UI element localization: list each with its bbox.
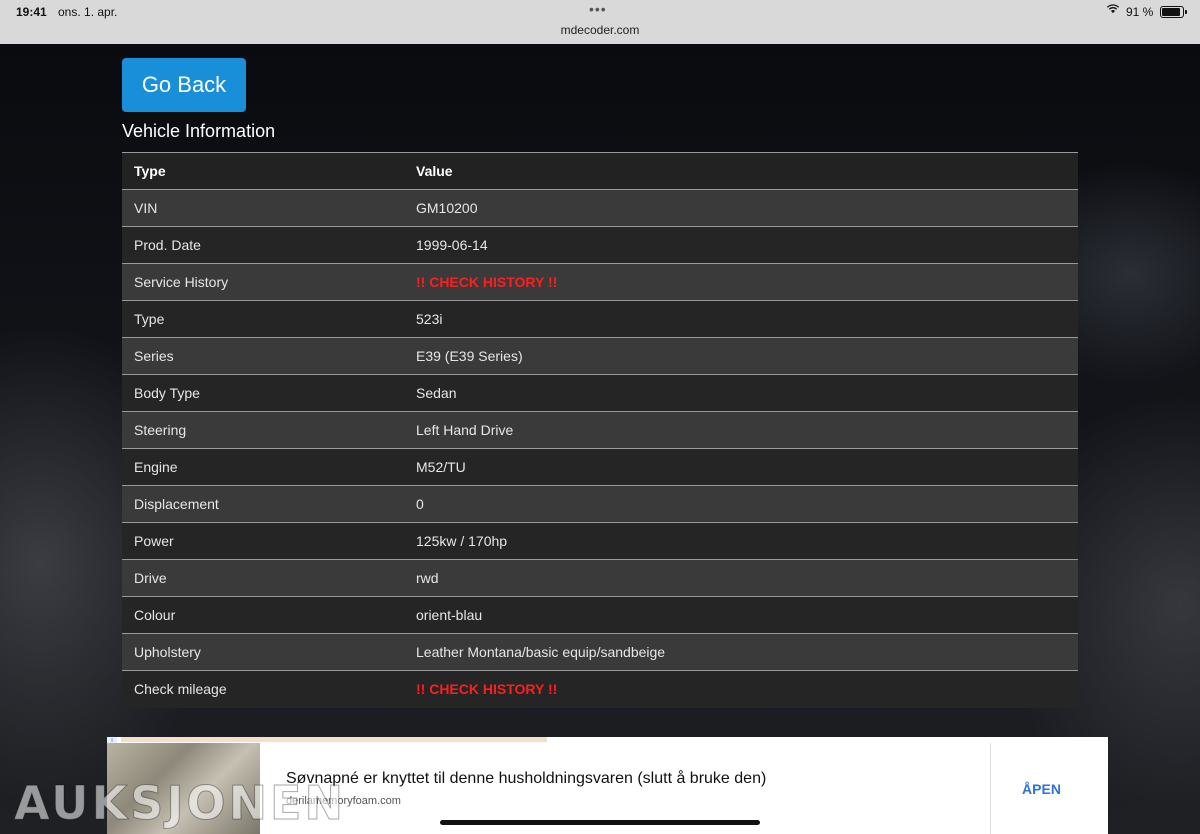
table-row: Steering Left Hand Drive (122, 411, 1078, 449)
table-header-row: Type Value (122, 152, 1078, 190)
row-type: Prod. Date (122, 226, 404, 264)
row-type: Engine (122, 448, 404, 486)
row-type: Series (122, 337, 404, 375)
row-type: Drive (122, 559, 404, 597)
table-row: Body Type Sedan (122, 374, 1078, 412)
row-value: 523i (404, 300, 1078, 338)
table-row: Series E39 (E39 Series) (122, 337, 1078, 375)
row-type: Upholstery (122, 633, 404, 671)
table-row: VIN GM10200 (122, 189, 1078, 227)
row-type: VIN (122, 189, 404, 227)
table-row: Drive rwd (122, 559, 1078, 597)
row-type: Steering (122, 411, 404, 449)
status-time: 19:41 (16, 5, 47, 19)
row-type: Power (122, 522, 404, 560)
battery-percent: 91 % (1126, 5, 1154, 19)
row-value: orient-blau (404, 596, 1078, 634)
battery-fill (1162, 8, 1181, 16)
ad-headline[interactable]: Søvnapné er knyttet til denne husholdnin… (286, 770, 766, 788)
table-row: Power 125kw / 170hp (122, 522, 1078, 560)
table-row: Engine M52/TU (122, 448, 1078, 486)
more-dots-icon[interactable]: ••• (589, 1, 607, 17)
row-value-alert: !! CHECK HISTORY !! (404, 670, 1078, 708)
header-value: Value (404, 152, 1078, 190)
table-row: Displacement 0 (122, 485, 1078, 523)
row-value: M52/TU (404, 448, 1078, 486)
row-type: Service History (122, 263, 404, 301)
table-row: Type 523i (122, 300, 1078, 338)
row-value: Leather Montana/basic equip/sandbeige (404, 633, 1078, 671)
row-value: rwd (404, 559, 1078, 597)
row-type: Body Type (122, 374, 404, 412)
table-row: Service History !! CHECK HISTORY !! (122, 263, 1078, 301)
home-indicator[interactable] (440, 820, 760, 825)
row-type: Type (122, 300, 404, 338)
row-value-alert: !! CHECK HISTORY !! (404, 263, 1078, 301)
wifi-icon (1106, 4, 1120, 14)
row-value: Sedan (404, 374, 1078, 412)
battery-tip (1185, 10, 1187, 14)
vehicle-info-table: Type Value VIN GM10200 Prod. Date 1999-0… (122, 152, 1078, 708)
table-row: Prod. Date 1999-06-14 (122, 226, 1078, 264)
row-type: Check mileage (122, 670, 404, 708)
table-row: Upholstery Leather Montana/basic equip/s… (122, 633, 1078, 671)
row-value: 0 (404, 485, 1078, 523)
row-type: Colour (122, 596, 404, 634)
header-type: Type (122, 152, 404, 190)
ad-open-button[interactable]: ÅPEN (991, 743, 1092, 834)
address-url[interactable]: mdecoder.com (0, 23, 1200, 37)
battery-icon (1160, 6, 1187, 18)
row-value: 125kw / 170hp (404, 522, 1078, 560)
table-row: Colour orient-blau (122, 596, 1078, 634)
section-title: Vehicle Information (122, 121, 276, 141)
row-value: 1999-06-14 (404, 226, 1078, 264)
ad-thumb-strip (121, 737, 547, 742)
go-back-button[interactable]: Go Back (122, 58, 246, 112)
watermark: AUKSJONEN (14, 776, 346, 831)
row-value: Left Hand Drive (404, 411, 1078, 449)
row-value: GM10200 (404, 189, 1078, 227)
table-row: Check mileage !! CHECK HISTORY !! (122, 670, 1078, 708)
row-type: Displacement (122, 485, 404, 523)
status-date: ons. 1. apr. (58, 5, 118, 19)
row-value: E39 (E39 Series) (404, 337, 1078, 375)
ios-status-bar: 19:41 ons. 1. apr. ••• mdecoder.com 91 % (0, 0, 1200, 44)
